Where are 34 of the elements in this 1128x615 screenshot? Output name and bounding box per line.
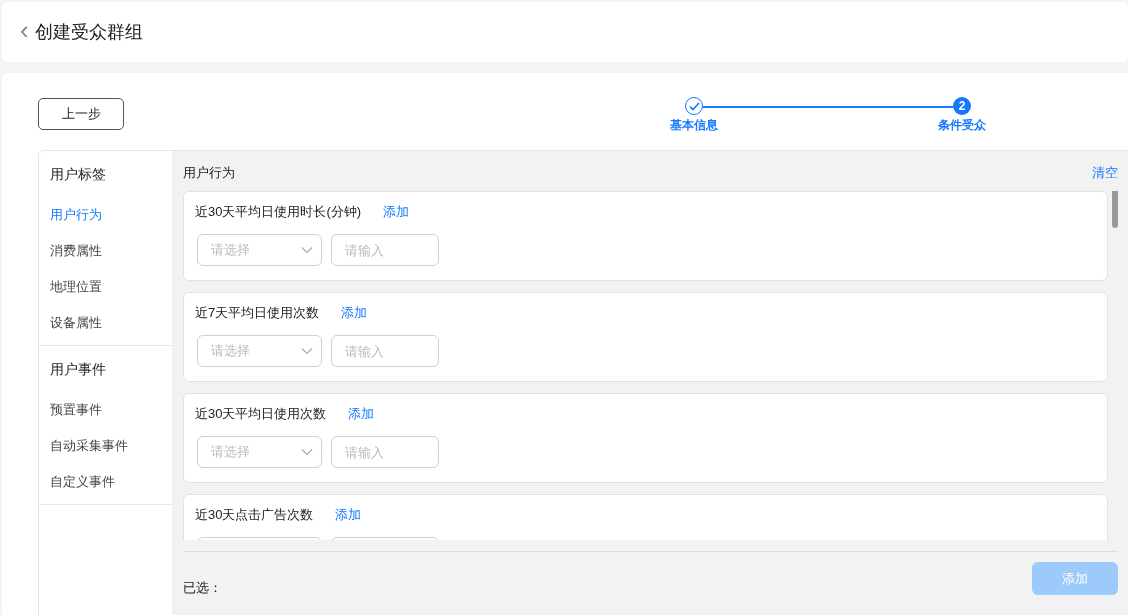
back-icon[interactable]: ‹ bbox=[20, 17, 29, 43]
input-field[interactable]: 请输入 bbox=[331, 234, 439, 266]
input-field[interactable]: 请输入 bbox=[331, 335, 439, 367]
selected-label: 已选： bbox=[183, 579, 222, 597]
add-link[interactable]: 添加 bbox=[348, 405, 375, 423]
previous-button[interactable]: 上一步 bbox=[38, 98, 124, 130]
category-item[interactable]: 预置事件 bbox=[39, 392, 172, 428]
page-title: 创建受众群组 bbox=[34, 21, 143, 44]
category-item[interactable]: 地理位置 bbox=[39, 269, 172, 305]
chevron-down-icon bbox=[301, 347, 313, 355]
clear-link[interactable]: 清空 bbox=[1092, 163, 1118, 182]
condition-name: 近30天点击广告次数 bbox=[195, 506, 314, 524]
step-number: 2 bbox=[953, 97, 971, 115]
category-heading: 用户事件 bbox=[49, 360, 107, 379]
add-link[interactable]: 添加 bbox=[341, 304, 368, 322]
step-label: 条件受众 bbox=[938, 117, 986, 134]
scrollbar-thumb[interactable] bbox=[1112, 191, 1118, 228]
category-item[interactable]: 用户行为 bbox=[39, 197, 172, 233]
condition-name: 近7天平均日使用次数 bbox=[195, 304, 320, 322]
check-icon bbox=[685, 97, 703, 115]
step-label: 基本信息 bbox=[670, 117, 718, 134]
category-item[interactable]: 设备属性 bbox=[39, 305, 172, 341]
add-link[interactable]: 添加 bbox=[383, 203, 410, 221]
chevron-down-icon bbox=[301, 448, 313, 456]
add-link[interactable]: 添加 bbox=[335, 506, 362, 524]
category-item[interactable]: 消费属性 bbox=[39, 233, 172, 269]
input-field[interactable]: 请输入 bbox=[331, 436, 439, 468]
category-item[interactable]: 自定义事件 bbox=[39, 464, 172, 500]
chevron-down-icon bbox=[301, 246, 313, 254]
category-item[interactable]: 自动采集事件 bbox=[39, 428, 172, 464]
condition-name: 近30天平均日使用次数 bbox=[195, 405, 327, 423]
condition-name: 近30天平均日使用时长(分钟) bbox=[195, 203, 362, 221]
section-title: 用户行为 bbox=[183, 163, 235, 182]
category-heading: 用户标签 bbox=[49, 165, 107, 184]
